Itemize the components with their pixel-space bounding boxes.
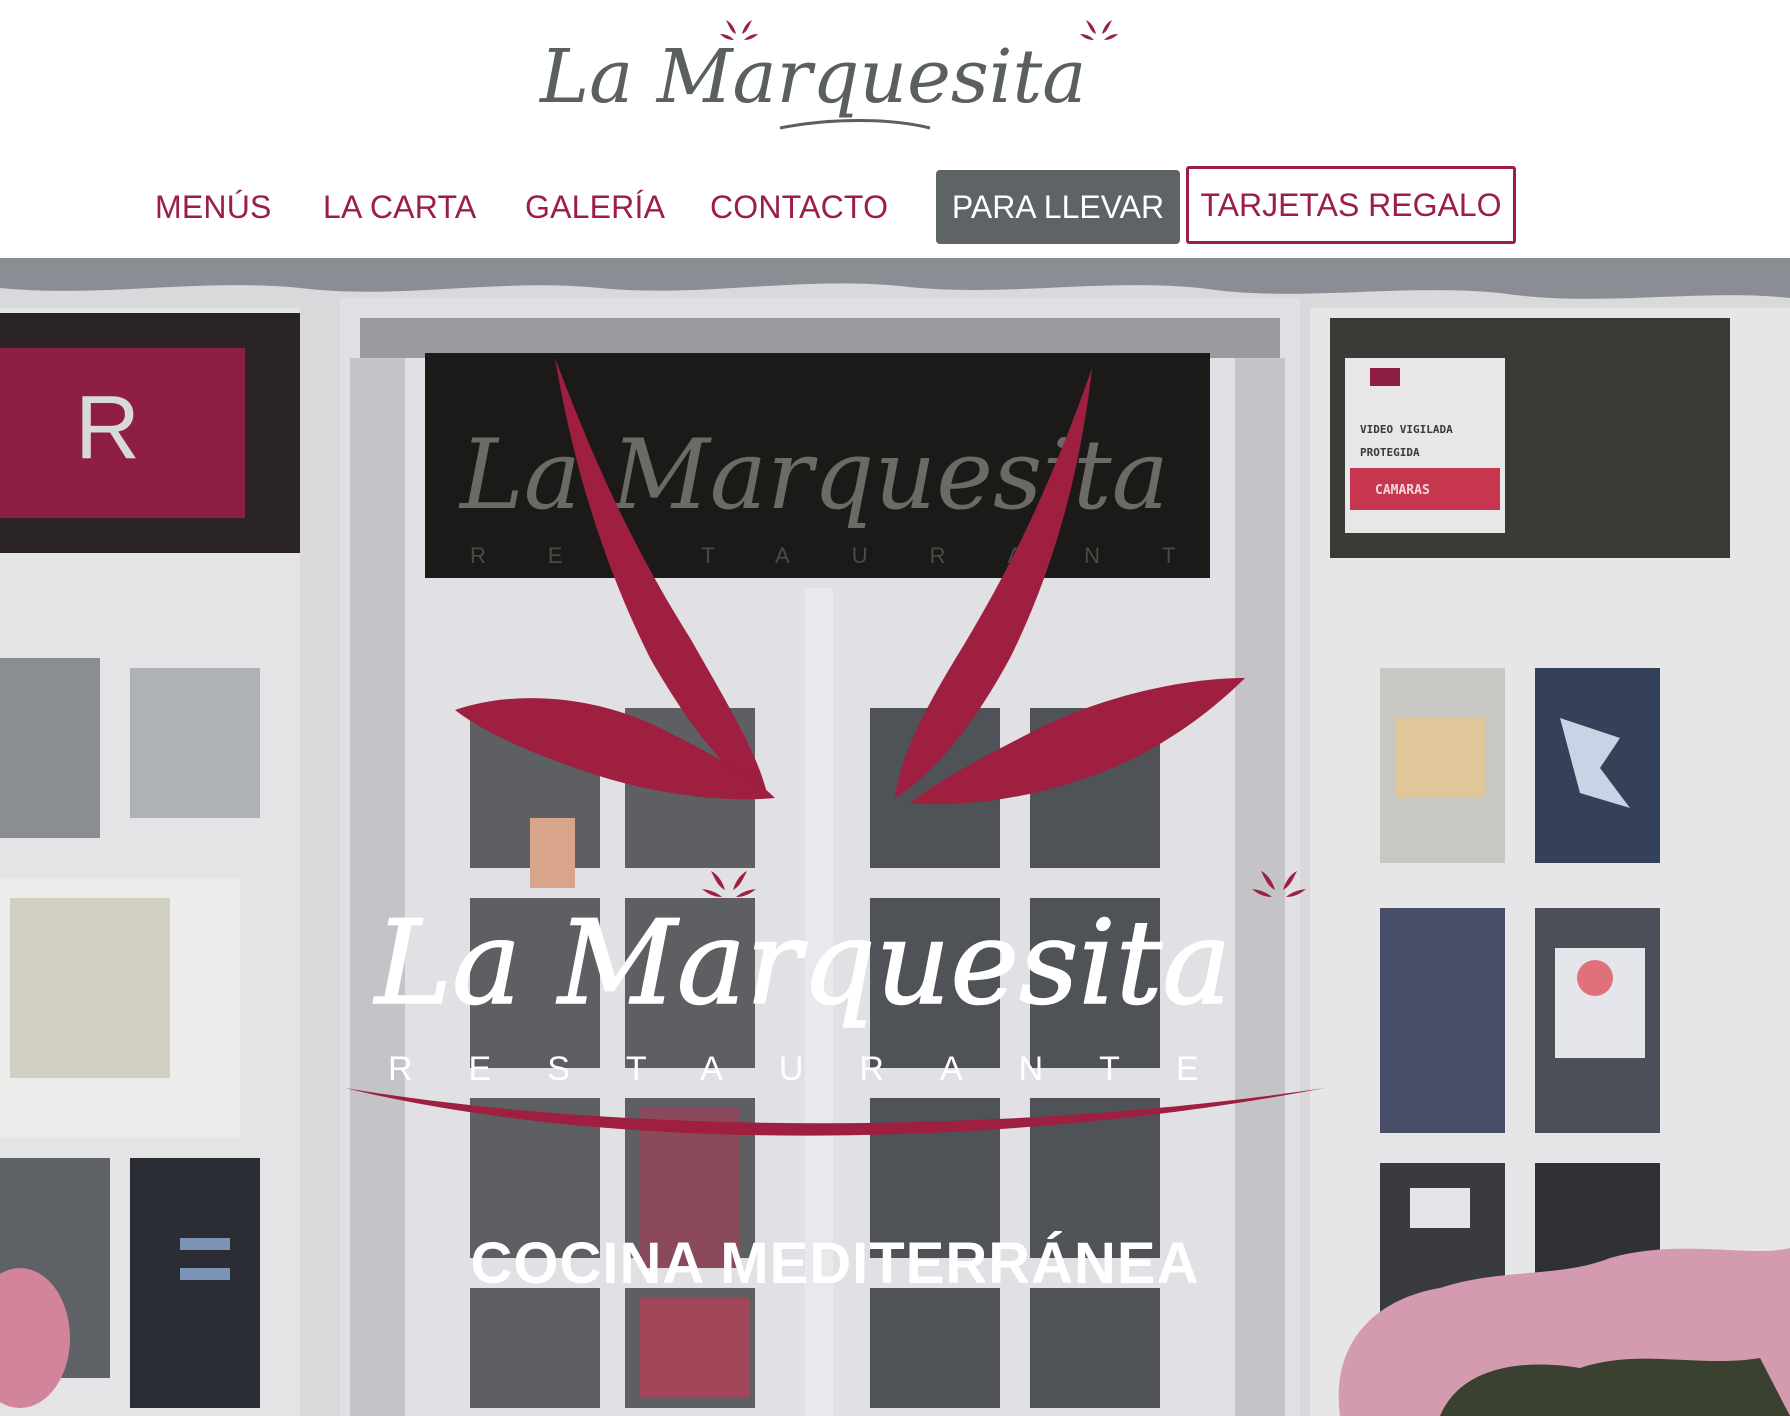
svg-text:RESTAURANTE: RESTAURANTE xyxy=(470,543,1314,568)
main-nav: MENÚS LA CARTA GALERÍA CONTACTO PARA LLE… xyxy=(0,166,1790,248)
svg-text:PROTEGIDA: PROTEGIDA xyxy=(1360,446,1420,459)
hero-logo-subtitle: RESTAURANTE xyxy=(388,1050,1255,1088)
nav-link-galeria[interactable]: GALERÍA xyxy=(525,166,665,248)
nav-link-menus[interactable]: MENÚS xyxy=(155,166,272,248)
svg-text:VIDEO VIGILADA: VIDEO VIGILADA xyxy=(1360,423,1453,436)
nav-link-la-carta[interactable]: LA CARTA xyxy=(323,166,476,248)
nav-link-contacto[interactable]: CONTACTO xyxy=(710,166,888,248)
svg-text:CAMARAS: CAMARAS xyxy=(1375,483,1430,498)
hero-logo-text: La Marquesita xyxy=(373,896,1231,1031)
logo-text: La Marquesita xyxy=(538,34,1086,120)
logo-graphic: La Marquesita xyxy=(538,20,1118,130)
left-sign: R xyxy=(0,348,245,518)
right-notice-sign: VIDEO VIGILADA PROTEGIDA CAMARAS xyxy=(1345,358,1505,533)
site-logo[interactable]: La Marquesita xyxy=(530,18,1150,138)
takeaway-button[interactable]: PARA LLEVAR xyxy=(936,170,1180,244)
site-header: La Marquesita MENÚS LA CARTA GALERÍA CON… xyxy=(0,0,1790,258)
awning-sign: La Marquesita RESTAURANTE xyxy=(425,353,1314,578)
gift-cards-button[interactable]: TARJETAS REGALO xyxy=(1186,166,1516,244)
hero-tagline: COCINA MEDITERRÁNEA xyxy=(470,1231,1200,1296)
svg-text:R: R xyxy=(75,378,140,478)
